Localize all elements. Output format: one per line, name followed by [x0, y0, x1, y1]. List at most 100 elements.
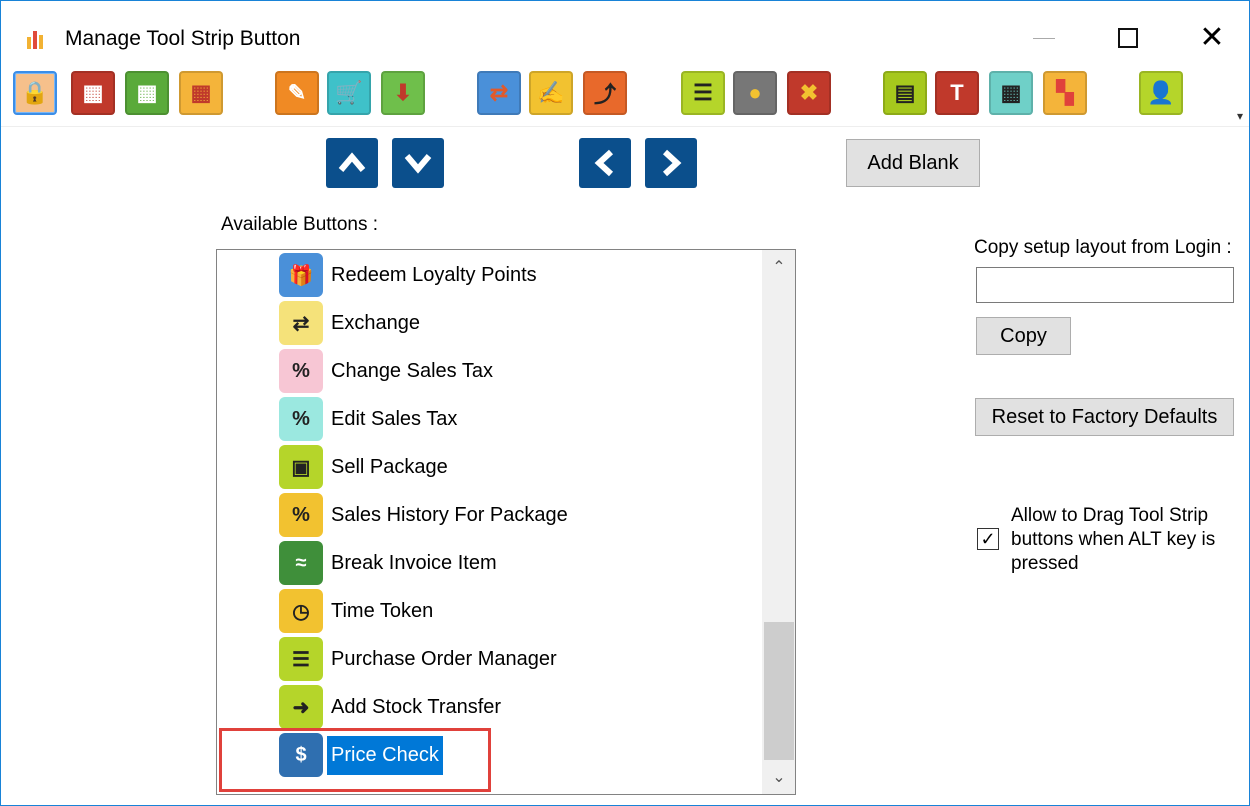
move-down-button[interactable] [392, 138, 444, 188]
move-up-button[interactable] [326, 138, 378, 188]
toolstrip-button-15[interactable]: ▦ [989, 71, 1033, 115]
scroll-down-button[interactable]: ⌄ [762, 760, 795, 794]
copy-setup-label: Copy setup layout from Login : [974, 237, 1232, 258]
manage-tool-strip-window: Manage Tool Strip Button ✕ 🔒 ▦ ▦ ▦ ✎ 🛒 ⬇ ⇄ ✍ ⤴ ☰ ● ✖… [0, 0, 1250, 806]
user-icon: 👤 [1147, 80, 1175, 105]
checklist-icon: ☰ [693, 80, 713, 105]
close-button[interactable]: ✕ [1177, 15, 1247, 61]
toolstrip-button-10[interactable]: ☰ [681, 71, 725, 115]
toolstrip-overflow-button[interactable]: ▾ [1237, 109, 1243, 123]
reset-factory-defaults-button[interactable]: Reset to Factory Defaults [975, 398, 1234, 436]
toolstrip-button-5[interactable]: 🛒 [327, 71, 371, 115]
allow-drag-checkbox[interactable]: ✓ [977, 528, 999, 550]
toolstrip-button-3[interactable]: ▦ [179, 71, 223, 115]
list-item[interactable]: ▣ Sell Package [279, 444, 452, 490]
scroll-up-button[interactable]: ⌃ [762, 250, 795, 284]
arrow-down-icon [404, 154, 432, 174]
register-export-icon: ▦ [190, 80, 212, 105]
list-item[interactable]: ☰ Purchase Order Manager [279, 636, 561, 682]
minimize-button[interactable] [1009, 15, 1079, 61]
stock-transfer-icon: ➜ [279, 685, 323, 729]
move-left-button[interactable] [579, 138, 631, 188]
toolstrip-button-12[interactable]: ✖ [787, 71, 831, 115]
list-item[interactable]: 🎁 Redeem Loyalty Points [279, 252, 541, 298]
dollar-icon: $ [279, 733, 323, 777]
list-item-label: Add Stock Transfer [331, 695, 502, 718]
memo-edit-icon: ✍ [537, 80, 565, 105]
maximize-icon [1118, 28, 1138, 48]
toolstrip-button-2[interactable]: ▦ [125, 71, 169, 115]
scroll-thumb[interactable] [764, 622, 794, 760]
register-transfer-icon: ▦ [136, 80, 158, 105]
cancel-icon: ✖ [799, 80, 819, 105]
toolstrip-button-9[interactable]: ⤴ [583, 71, 627, 115]
checkmark-icon: ✓ [980, 528, 996, 549]
list-scrollbar[interactable]: ⌃ ⌄ [762, 250, 795, 794]
move-right-button[interactable] [645, 138, 697, 188]
arrow-right-icon [662, 149, 682, 177]
app-bar-chart-icon [25, 27, 49, 49]
cart-icon: 🛒 [335, 80, 363, 105]
toolstrip-button-13[interactable]: ▤ [883, 71, 927, 115]
tyxg-icon: T [950, 80, 964, 105]
percent-edit-icon: % [279, 397, 323, 441]
copy-button[interactable]: Copy [976, 317, 1071, 355]
list-item[interactable]: ➜ Add Stock Transfer [279, 684, 505, 730]
toolstrip-button-7[interactable]: ⇄ [477, 71, 521, 115]
break-invoice-icon: ≈ [279, 541, 323, 585]
gift-icon: 🎁 [279, 253, 323, 297]
list-item[interactable]: ≈ Break Invoice Item [279, 540, 501, 586]
copy-login-input[interactable] [976, 267, 1234, 303]
list-item-label: Price Check [327, 735, 443, 775]
window-title: Manage Tool Strip Button [65, 27, 301, 50]
tiles-icon: ▚ [1056, 80, 1074, 105]
toolstrip-button-16[interactable]: ▚ [1043, 71, 1087, 115]
allow-drag-label: Allow to Drag Tool Strip buttons when AL… [1011, 505, 1216, 574]
list-item-label: Sales History For Package [331, 503, 568, 526]
list-item[interactable]: $ Price Check [279, 732, 443, 778]
spot-icon: ● [748, 80, 762, 105]
lock-icon: 🔒 [21, 80, 49, 105]
percent-change-icon: % [279, 349, 323, 393]
toolstrip-button-14[interactable]: T [935, 71, 979, 115]
tool-strip: 🔒 ▦ ▦ ▦ ✎ 🛒 ⬇ ⇄ ✍ ⤴ ☰ ● ✖ ▤ T ▦ ▚ 👤 ▾ [1, 65, 1249, 127]
list-item-label: Exchange [331, 311, 420, 334]
toolstrip-button-8[interactable]: ✍ [529, 71, 573, 115]
package-history-icon: % [279, 493, 323, 537]
list-item-label: Time Token [331, 599, 434, 622]
available-buttons-label: Available Buttons : [221, 214, 379, 235]
list-item-label: Sell Package [331, 455, 448, 478]
list-item[interactable]: % Change Sales Tax [279, 348, 497, 394]
list-item-label: Purchase Order Manager [331, 647, 557, 670]
register-icon: ▦ [82, 80, 104, 105]
list-item[interactable]: % Sales History For Package [279, 492, 572, 538]
package-icon: ▣ [279, 445, 323, 489]
toolstrip-button-0[interactable]: 🔒 [13, 71, 57, 115]
add-blank-button[interactable]: Add Blank [846, 139, 980, 187]
close-icon: ✕ [1199, 21, 1225, 54]
title-bar: Manage Tool Strip Button ✕ [1, 1, 1249, 63]
toolstrip-button-17[interactable]: 👤 [1139, 71, 1183, 115]
download-box-icon: ⬇ [393, 80, 413, 105]
list-item[interactable]: ◷ Time Token [279, 588, 437, 634]
calculator-icon: ▤ [894, 80, 916, 105]
available-buttons-list[interactable]: 🎁 Redeem Loyalty Points ⇄ Exchange% Change S… [216, 249, 796, 795]
edit-note-icon: ✎ [287, 80, 307, 105]
maximize-button[interactable] [1093, 15, 1163, 61]
toolstrip-button-6[interactable]: ⬇ [381, 71, 425, 115]
list-item-label: Edit Sales Tax [331, 407, 458, 430]
list-item[interactable]: ⇄ Exchange [279, 300, 424, 346]
toolstrip-button-11[interactable]: ● [733, 71, 777, 115]
minimize-icon [1033, 37, 1055, 39]
list-item[interactable]: % Edit Sales Tax [279, 396, 461, 442]
list-item-label: Redeem Loyalty Points [331, 263, 537, 286]
arrow-left-icon [594, 149, 614, 177]
toolstrip-button-1[interactable]: ▦ [71, 71, 115, 115]
toolstrip-button-4[interactable]: ✎ [275, 71, 319, 115]
arrow-up-icon [338, 152, 366, 172]
return-item-icon: ⤴ [593, 82, 616, 107]
list-item-label: Break Invoice Item [331, 551, 497, 574]
clock-icon: ◷ [279, 589, 323, 633]
exchange-icon: ⇄ [279, 301, 323, 345]
list-item-label: Change Sales Tax [331, 359, 493, 382]
